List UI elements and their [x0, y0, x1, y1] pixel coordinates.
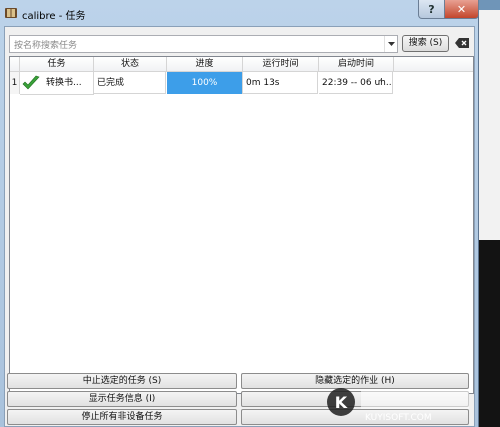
watermark-logo: K KUYISOFT.COM: [327, 388, 469, 423]
chevron-down-icon[interactable]: [384, 36, 397, 52]
svg-text:K: K: [335, 393, 348, 412]
jobs-table[interactable]: 任务 状态 进度 运行时间 启动时间 1 转换书... 已完成 100% 0m …: [9, 56, 474, 394]
title-bar[interactable]: calibre - 任务 ? ✕: [0, 0, 479, 26]
help-icon: ?: [428, 2, 435, 16]
close-button[interactable]: ✕: [444, 0, 479, 19]
clear-search-button[interactable]: [453, 36, 470, 50]
search-placeholder: 按名称搜索任务: [14, 41, 78, 51]
table-header: 任务 状态 进度 运行时间 启动时间: [10, 57, 473, 72]
window-title: calibre - 任务: [22, 11, 86, 22]
search-button[interactable]: 搜索 (S): [402, 35, 449, 52]
table-row[interactable]: 转换书...: [20, 72, 94, 95]
column-header-status[interactable]: 状态: [94, 57, 167, 71]
show-info-button[interactable]: 显示任务信息 (I): [7, 391, 237, 407]
help-button[interactable]: ?: [418, 0, 445, 19]
task-runtime: 0m 13s: [243, 72, 318, 94]
row-number: 1: [10, 72, 20, 94]
task-status: 已完成: [94, 72, 166, 94]
task-progress-bar: 100%: [167, 72, 243, 94]
close-icon: ✕: [456, 2, 467, 16]
column-header-task[interactable]: 任务: [20, 57, 94, 71]
client-area: 按名称搜索任务 搜索 (S) 任务 状态 进度 运行时间 启动时间 1 转换书.…: [4, 26, 475, 427]
column-header-runtime[interactable]: 运行时间: [243, 57, 319, 71]
calibre-app-icon: [5, 8, 17, 18]
watermark-text: KUYISOFT.COM: [365, 413, 432, 423]
column-header-start-time[interactable]: 启动时间: [319, 57, 394, 71]
row-number-header: [10, 57, 20, 71]
column-header-progress[interactable]: 进度: [167, 57, 243, 71]
backspace-clear-icon: [454, 38, 469, 48]
desktop-background: [476, 0, 500, 427]
search-input[interactable]: 按名称搜索任务: [9, 35, 398, 53]
tasks-window: calibre - 任务 ? ✕ 按名称搜索任务 搜索 (S) 任务 状态 进度…: [0, 0, 479, 427]
task-name: 转换书...: [46, 78, 82, 88]
task-start-time: 22:39 -- 06 ưh...: [319, 72, 393, 94]
check-icon: [22, 75, 40, 90]
stop-all-non-device-button[interactable]: 停止所有非设备任务: [7, 409, 237, 425]
stop-selected-button[interactable]: 中止选定的任务 (S): [7, 373, 237, 389]
background-window: [476, 10, 500, 240]
